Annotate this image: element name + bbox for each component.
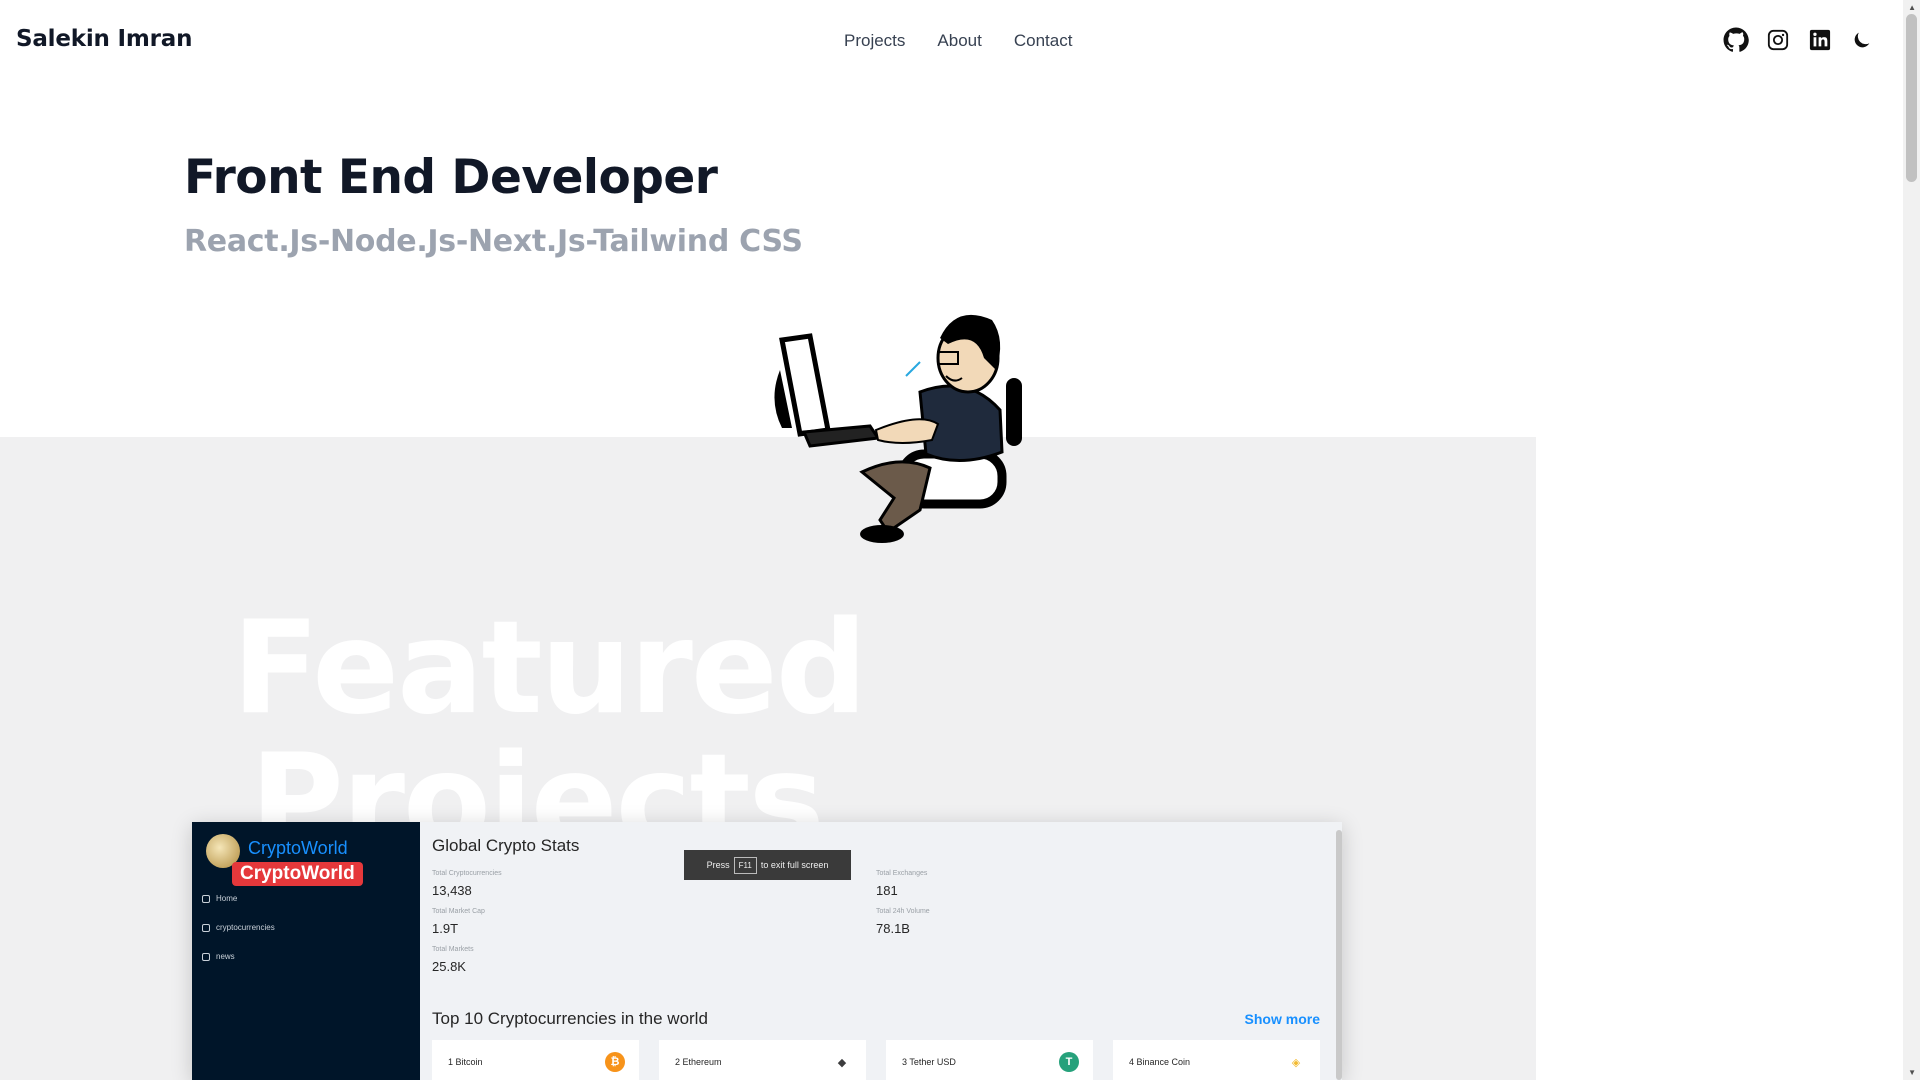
coin-card-binance[interactable]: 4 Binance Coin ◈ (1113, 1040, 1320, 1080)
coin-name: 1 Bitcoin (448, 1057, 483, 1067)
tether-icon: T (1059, 1052, 1079, 1072)
stat-total-market-cap: Total Market Cap 1.9T (432, 908, 485, 936)
coin-name: 4 Binance Coin (1129, 1057, 1191, 1067)
instagram-icon[interactable] (1764, 26, 1792, 54)
stat-label: Total 24h Volume (876, 908, 930, 915)
bulb-icon (202, 952, 210, 961)
bitcoin-icon: ₿ (605, 1052, 625, 1072)
stat-value: 78.1B (876, 921, 910, 936)
stat-label: Total Cryptocurrencies (432, 870, 502, 877)
coin-card-bitcoin[interactable]: 1 Bitcoin ₿ (432, 1040, 639, 1080)
featured-heading-line1: Featured (232, 594, 867, 743)
hero-subtitle: React.Js-Node.Js-Next.Js-Tailwind CSS (184, 224, 803, 259)
menu-label: cryptocurrencies (216, 923, 275, 932)
crypto-main: Global Crypto Stats Press F11 to exit fu… (420, 822, 1342, 1080)
project-scrollbar[interactable] (1336, 830, 1342, 1080)
scroll-up-arrow-icon[interactable]: ▲ (1908, 3, 1916, 12)
stat-total-exchanges: Total Exchanges 181 (876, 870, 927, 898)
hint-text-pre: Press (706, 860, 730, 870)
nav-about[interactable]: About (937, 31, 981, 51)
developer-illustration (774, 314, 1022, 543)
binance-icon: ◈ (1291, 1056, 1301, 1069)
ethereum-icon: ◆ (837, 1056, 847, 1069)
menu-label: news (216, 952, 235, 961)
hint-key: F11 (733, 856, 757, 874)
fund-icon (202, 923, 210, 932)
main-nav: Projects About Contact (844, 31, 1072, 51)
coin-card-ethereum[interactable]: 2 Ethereum ◆ (659, 1040, 866, 1080)
stat-total-24h-volume: Total 24h Volume 78.1B (876, 908, 930, 936)
crypto-sidebar: CryptoWorld CryptoWorld Home cryptocurre… (192, 822, 420, 1080)
crypto-app-name: CryptoWorld (248, 838, 348, 858)
hero-title: Front End Developer (184, 150, 718, 205)
scroll-down-arrow-icon[interactable]: ▼ (1908, 1068, 1916, 1077)
menu-label: Home (216, 894, 238, 903)
social-links (1722, 26, 1876, 54)
nav-contact[interactable]: Contact (1014, 31, 1073, 51)
stat-value: 13,438 (432, 883, 472, 898)
hint-text-post: to exit full screen (760, 860, 829, 870)
home-icon (202, 894, 210, 903)
stat-value: 25.8K (432, 959, 466, 974)
github-icon[interactable] (1722, 26, 1750, 54)
stats-title: Global Crypto Stats (432, 836, 580, 855)
scrollbar-thumb[interactable] (1906, 14, 1917, 182)
coin-card-tether[interactable]: 3 Tether USD T (886, 1040, 1093, 1080)
stat-label: Total Exchanges (876, 870, 928, 877)
coin-name: 3 Tether USD (902, 1057, 956, 1067)
stat-label: Total Market Cap (432, 908, 485, 915)
linkedin-icon[interactable] (1806, 26, 1834, 54)
stat-value: 1.9T (432, 921, 459, 936)
top10-title: Top 10 Cryptocurrencies in the world (432, 1009, 708, 1028)
nav-projects[interactable]: Projects (844, 31, 905, 51)
crypto-badge: CryptoWorld (232, 862, 363, 886)
crypto-menu-news[interactable]: news (202, 952, 235, 961)
coin-name: 2 Ethereum (675, 1057, 722, 1067)
stat-total-cryptocurrencies: Total Cryptocurrencies 13,438 (432, 870, 502, 898)
stat-total-markets: Total Markets 25.8K (432, 946, 474, 974)
fullscreen-hint: Press F11 to exit full screen (684, 850, 851, 880)
page-scrollbar[interactable]: ▲ ▼ (1903, 0, 1920, 1080)
brand-name[interactable]: Salekin Imran (16, 26, 192, 52)
moon-icon[interactable] (1848, 26, 1876, 54)
show-more-link[interactable]: Show more (1245, 1011, 1320, 1027)
project-screenshot-cryptoworld[interactable]: CryptoWorld CryptoWorld Home cryptocurre… (192, 822, 1342, 1080)
crypto-menu-cryptocurrencies[interactable]: cryptocurrencies (202, 923, 275, 932)
stat-value: 181 (876, 883, 898, 898)
crypto-menu-home[interactable]: Home (202, 894, 237, 903)
stat-label: Total Markets (432, 946, 474, 953)
